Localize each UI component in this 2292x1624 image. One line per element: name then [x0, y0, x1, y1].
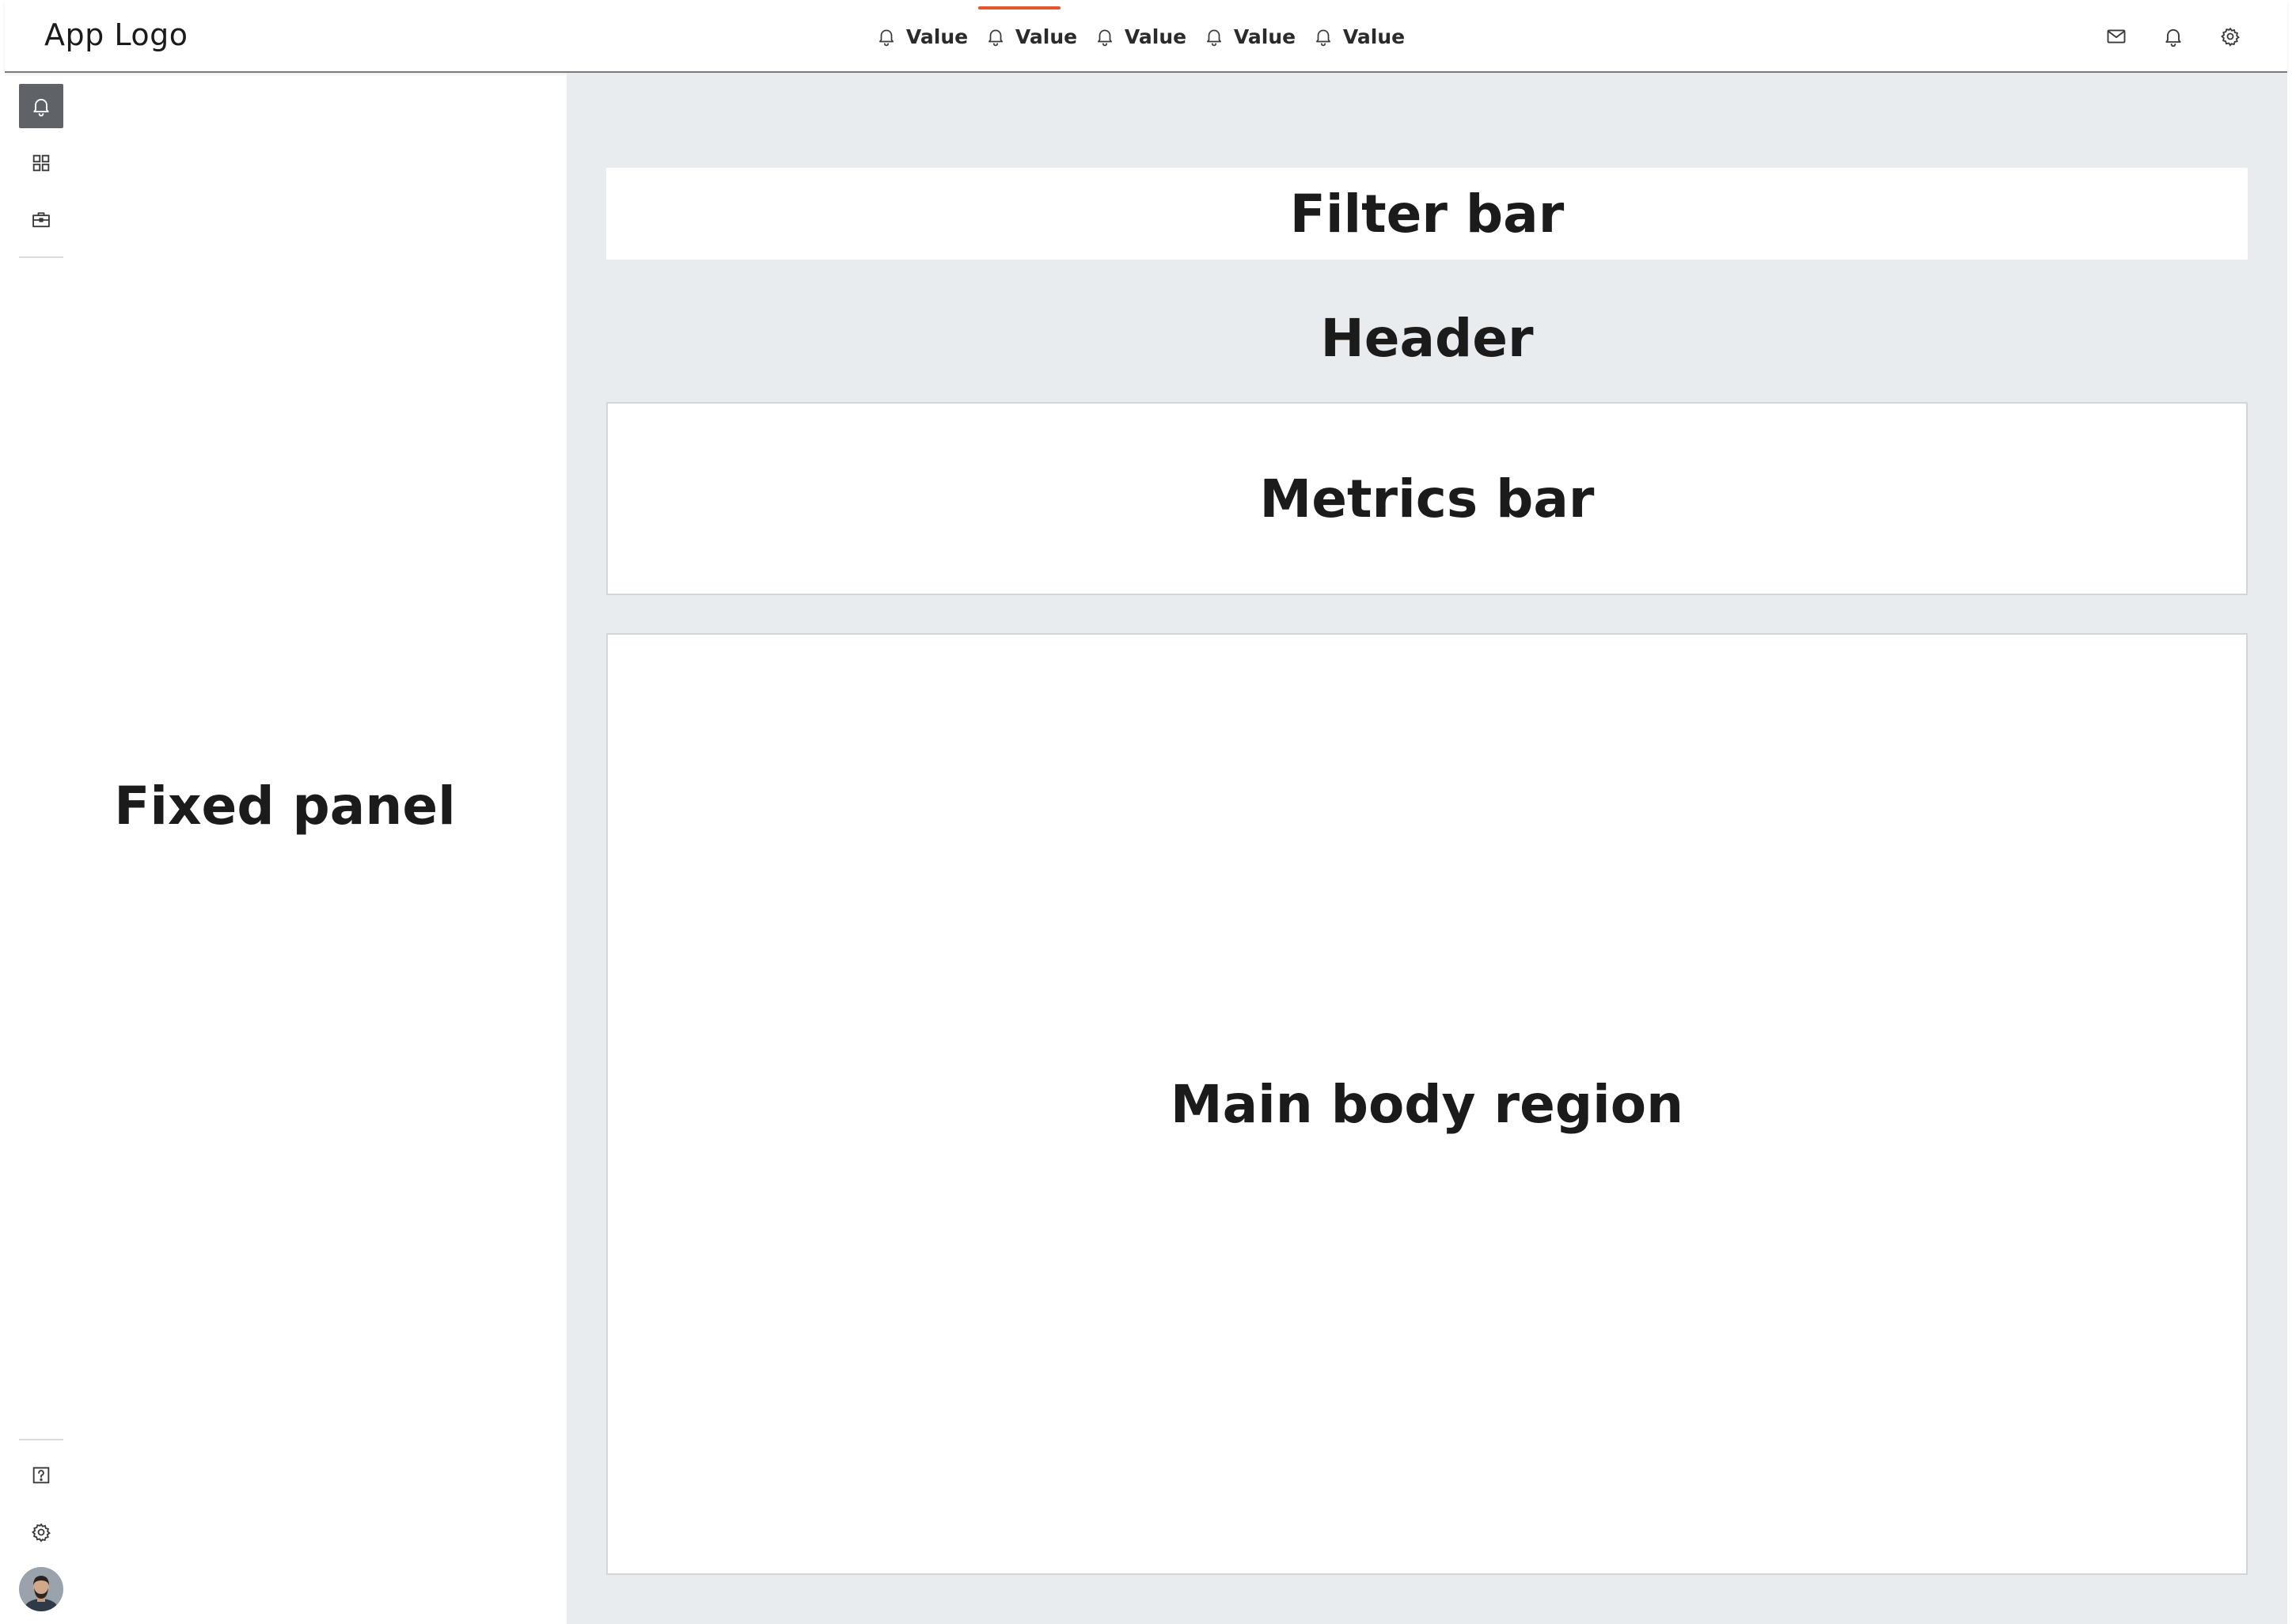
tab-label: Value: [1015, 25, 1078, 48]
rail-item-briefcase[interactable]: [19, 198, 63, 242]
tab-label: Value: [1342, 25, 1406, 48]
briefcase-icon: [30, 209, 52, 231]
bell-icon: [30, 95, 52, 117]
tab-label: Value: [905, 25, 969, 48]
tab-4[interactable]: Value: [1195, 0, 1304, 73]
tab-5[interactable]: Value: [1304, 0, 1414, 73]
main-body-placeholder: Main body region: [606, 633, 2248, 1575]
main-area: Filter bar Header Metrics bar Main body …: [567, 73, 2287, 1624]
metrics-bar-placeholder: Metrics bar: [606, 402, 2248, 595]
tab-1[interactable]: Value: [867, 0, 977, 73]
tab-label: Value: [1124, 25, 1187, 48]
fixed-panel-placeholder: Fixed panel: [114, 776, 456, 837]
help-icon: [30, 1464, 52, 1486]
left-rail: [19, 84, 63, 1611]
top-navigation-bar: App Logo Value Value Value Value Value: [5, 0, 2287, 73]
bell-icon: [876, 26, 897, 47]
bell-icon: [1095, 26, 1115, 47]
mail-icon[interactable]: [2105, 25, 2127, 47]
top-tabs: Value Value Value Value Value: [867, 0, 1414, 73]
tab-label: Value: [1233, 25, 1296, 48]
bell-icon[interactable]: [2162, 25, 2184, 47]
gear-icon: [30, 1521, 52, 1543]
gear-icon[interactable]: [2219, 25, 2241, 47]
bell-icon: [1313, 26, 1334, 47]
bell-icon: [985, 26, 1006, 47]
filter-bar-placeholder: Filter bar: [606, 168, 2248, 260]
tab-3[interactable]: Value: [1086, 0, 1195, 73]
user-avatar[interactable]: [19, 1567, 63, 1611]
header-placeholder: Header: [1320, 307, 1534, 369]
bell-icon: [1204, 26, 1224, 47]
rail-item-settings[interactable]: [19, 1510, 63, 1554]
rail-item-notifications[interactable]: [19, 84, 63, 128]
grid-icon: [30, 152, 52, 174]
rail-divider: [19, 256, 63, 258]
app-logo[interactable]: App Logo: [44, 17, 188, 52]
rail-item-help[interactable]: [19, 1453, 63, 1497]
top-actions: [2105, 0, 2241, 73]
rail-divider: [19, 1439, 63, 1440]
rail-item-dashboard[interactable]: [19, 141, 63, 185]
tab-2[interactable]: Value: [977, 0, 1086, 73]
